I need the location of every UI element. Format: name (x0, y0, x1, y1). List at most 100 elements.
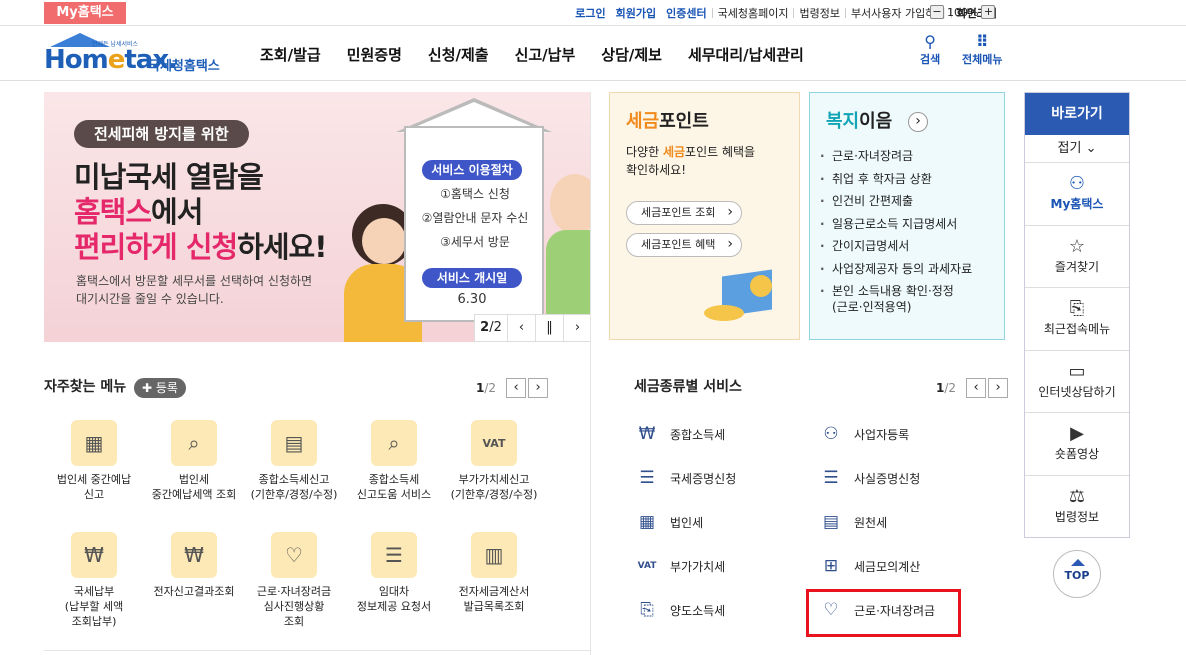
frequent-item-e-report-result[interactable]: ₩ 전자신고결과조회 (144, 532, 244, 599)
taxtype-income-tax[interactable]: ₩ 종합소득세 (634, 421, 726, 447)
zoom-level: 100% (947, 5, 979, 19)
vat-icon: VAT (637, 561, 657, 571)
nts-homepage-link[interactable]: 국세청홈페이지 (713, 5, 794, 21)
taxtype-tax-simulation[interactable]: ⊞ 세금모의계산 (818, 553, 920, 579)
welfare-item[interactable]: 취업 후 학자금 상환 (820, 168, 972, 191)
tax-point-inquiry-button[interactable]: 세금포인트 조회 (626, 201, 742, 225)
frequent-item-lease-info-request[interactable]: ☰ 임대차 정보제공 요청서 (344, 532, 444, 614)
law-info-link[interactable]: 법령정보 (794, 5, 844, 21)
money-hand-icon: ₩ (638, 424, 656, 444)
taxtype-corporate-tax[interactable]: ▦ 법인세 (634, 509, 703, 535)
frequent-item-eitc-status[interactable]: ♡ 근로·자녀장려금 심사진행상황 조회 (244, 532, 344, 629)
calendar-icon: ▤ (271, 420, 317, 466)
tax-point-benefit-button[interactable]: 세금포인트 혜택 (626, 233, 742, 257)
quick-favorites[interactable]: ☆ 즐겨찾기 (1025, 226, 1129, 288)
frequent-menu-title: 자주찾는 메뉴 (44, 379, 127, 395)
tax-point-title: 세금포인트 (626, 111, 709, 132)
taxtype-next-button[interactable]: › (988, 378, 1009, 398)
quick-links-fold-button[interactable]: 접기 ⌄ (1025, 135, 1129, 163)
tax-type-services-title: 세금종류별 서비스 (634, 379, 742, 395)
frequent-item-vat-report[interactable]: VAT 부가가치세신고 (기한후/경정/수정) (444, 420, 544, 502)
invoice-icon: ▥ (471, 532, 517, 578)
welfare-more-button[interactable]: › (908, 112, 928, 132)
frequent-next-button[interactable]: › (528, 378, 549, 398)
frequent-item-income-tax-report[interactable]: ▤ 종합소득세신고 (기한후/경정/수정) (244, 420, 344, 502)
banner-pause-button[interactable]: ‖ (535, 315, 563, 341)
quick-law-info[interactable]: ⚖ 법령정보 (1025, 476, 1129, 539)
welfare-item[interactable]: 인건비 간편제출 (820, 190, 972, 213)
frequent-prev-button[interactable]: ‹ (506, 378, 527, 398)
welfare-item[interactable]: 본인 소득내용 확인·정정(근로·인적용역) (820, 280, 972, 315)
search-button[interactable]: ⚲ 검색 (920, 33, 940, 67)
scroll-top-button[interactable]: TOP (1053, 550, 1101, 598)
nav-civil-certificate[interactable]: 민원증명 (347, 44, 402, 65)
taxtype-capital-gains-tax[interactable]: ⎘ 양도소득세 (634, 597, 725, 623)
banner-prev-button[interactable]: ‹ (507, 315, 535, 341)
person-icon: ⚇ (1068, 173, 1086, 194)
welfare-item[interactable]: 사업장제공자 등의 과세자료 (820, 258, 972, 281)
tax-point-card: 세금포인트 다양한 세금포인트 혜택을 확인하세요! 세금포인트 조회 세금포인… (609, 92, 800, 340)
money-bag-icon: ₩ (71, 532, 117, 578)
gavel-icon: ⚖ (1068, 485, 1086, 507)
process-tag: 서비스 이용절차 (422, 160, 522, 180)
register-button[interactable]: ✚ 등록 (134, 378, 186, 398)
frequent-item-national-tax-pay[interactable]: ₩ 국세납부 (납부할 세액 조회납부) (44, 532, 144, 629)
building-icon: ▦ (71, 420, 117, 466)
taxtype-fact-certificate[interactable]: ☰ 사실증명신청 (818, 465, 920, 491)
nav-inquiry-issue[interactable]: 조회/발급 (260, 44, 321, 65)
quick-my-hometax[interactable]: ⚇ My홈택스 (1025, 163, 1129, 226)
welfare-list: 근로·자녀장려금 취업 후 학자금 상환 인건비 간편제출 일용근로소득 지급명… (820, 145, 972, 315)
nav-consult-report[interactable]: 상담/제보 (601, 44, 662, 65)
start-date: 6.30 (457, 292, 487, 307)
logo-korean-name: 국세청홈택스 (148, 59, 220, 74)
frequent-item-income-tax-help[interactable]: ⌕ 종합소득세 신고도움 서비스 (344, 420, 444, 502)
laptop-icon: ▭ (1068, 360, 1086, 382)
frequent-pager: 1/2 ‹ › (476, 378, 549, 398)
frequent-item-corp-interim[interactable]: ▦ 법인세 중간예납 신고 (44, 420, 144, 502)
banner-headline: 미납국세 열람을 홈택스에서 편리하게 신청하세요! (74, 160, 327, 264)
welfare-item[interactable]: 근로·자녀장려금 (820, 145, 972, 168)
search-label: 검색 (920, 53, 941, 66)
banner-next-button[interactable]: › (563, 315, 590, 341)
play-icon: ▶ (1070, 423, 1084, 444)
step-3: ③세무서 방문 (440, 235, 510, 249)
highlight-box (806, 589, 961, 637)
taxtype-vat[interactable]: VAT 부가가치세 (634, 553, 726, 579)
step-2: ②열람안내 문자 수신 (421, 211, 529, 225)
receipt-icon: ▤ (822, 512, 840, 532)
section-divider (44, 650, 590, 651)
coins-icon (704, 305, 744, 321)
global-nav: 조회/발급 민원증명 신청/제출 신고/납부 상담/제보 세무대리/납세관리 (260, 27, 804, 81)
frequent-item-e-invoice-list[interactable]: ▥ 전자세금계산서 발급목록조회 (444, 532, 544, 614)
nav-tax-agent[interactable]: 세무대리/납세관리 (688, 44, 804, 65)
welfare-item[interactable]: 일용근로소득 지급명세서 (820, 213, 972, 236)
certificate-center-link[interactable]: 인증센터 (661, 5, 711, 21)
quick-recent-menu[interactable]: ⎘ 최근접속메뉴 (1025, 288, 1129, 351)
taxtype-tax-certificate[interactable]: ☰ 국세증명신청 (634, 465, 736, 491)
signup-link[interactable]: 회원가입 (611, 5, 661, 21)
frequent-item-corp-interim-inquiry[interactable]: ⌕ 법인세 중간예납세액 조회 (144, 420, 244, 502)
document-icon: ☰ (371, 532, 417, 578)
zoom-out-button[interactable]: − (930, 5, 944, 19)
star-icon: ☆ (1068, 235, 1086, 257)
woman-face-icon (362, 218, 406, 264)
won-search-icon: ₩ (171, 532, 217, 578)
taxtype-business-registration[interactable]: ⚇ 사업자등록 (818, 421, 909, 447)
all-menu-button[interactable]: ⠿ 전체메뉴 (962, 33, 1002, 67)
login-link[interactable]: 로그인 (570, 5, 610, 21)
nav-report-pay[interactable]: 신고/납부 (515, 44, 576, 65)
quick-online-consult[interactable]: ▭ 인터넷상담하기 (1025, 351, 1129, 413)
column-divider (590, 92, 591, 655)
all-menu-label: 전체메뉴 (962, 53, 1003, 66)
taxtype-withholding-tax[interactable]: ▤ 원천세 (818, 509, 887, 535)
search-doc-icon: ⌕ (371, 420, 417, 466)
welfare-item[interactable]: 간이지급명세서 (820, 235, 972, 258)
taxtype-prev-button[interactable]: ‹ (966, 378, 987, 398)
quick-shortform-video[interactable]: ▶ 숏폼영상 (1025, 413, 1129, 476)
my-hometax-tab[interactable]: My홈택스 (44, 2, 126, 24)
main-banner[interactable]: 전세피해 방지를 위한 미납국세 열람을 홈택스에서 편리하게 신청하세요! 홈… (44, 92, 590, 342)
zoom-in-button[interactable]: + (981, 5, 996, 19)
nav-apply-submit[interactable]: 신청/제출 (428, 44, 489, 65)
hometax-logo[interactable]: 언제든 납세서비스 Hometax. 국세청홈택스 (44, 33, 234, 77)
magnifier-icon: ⚲ (924, 32, 936, 51)
